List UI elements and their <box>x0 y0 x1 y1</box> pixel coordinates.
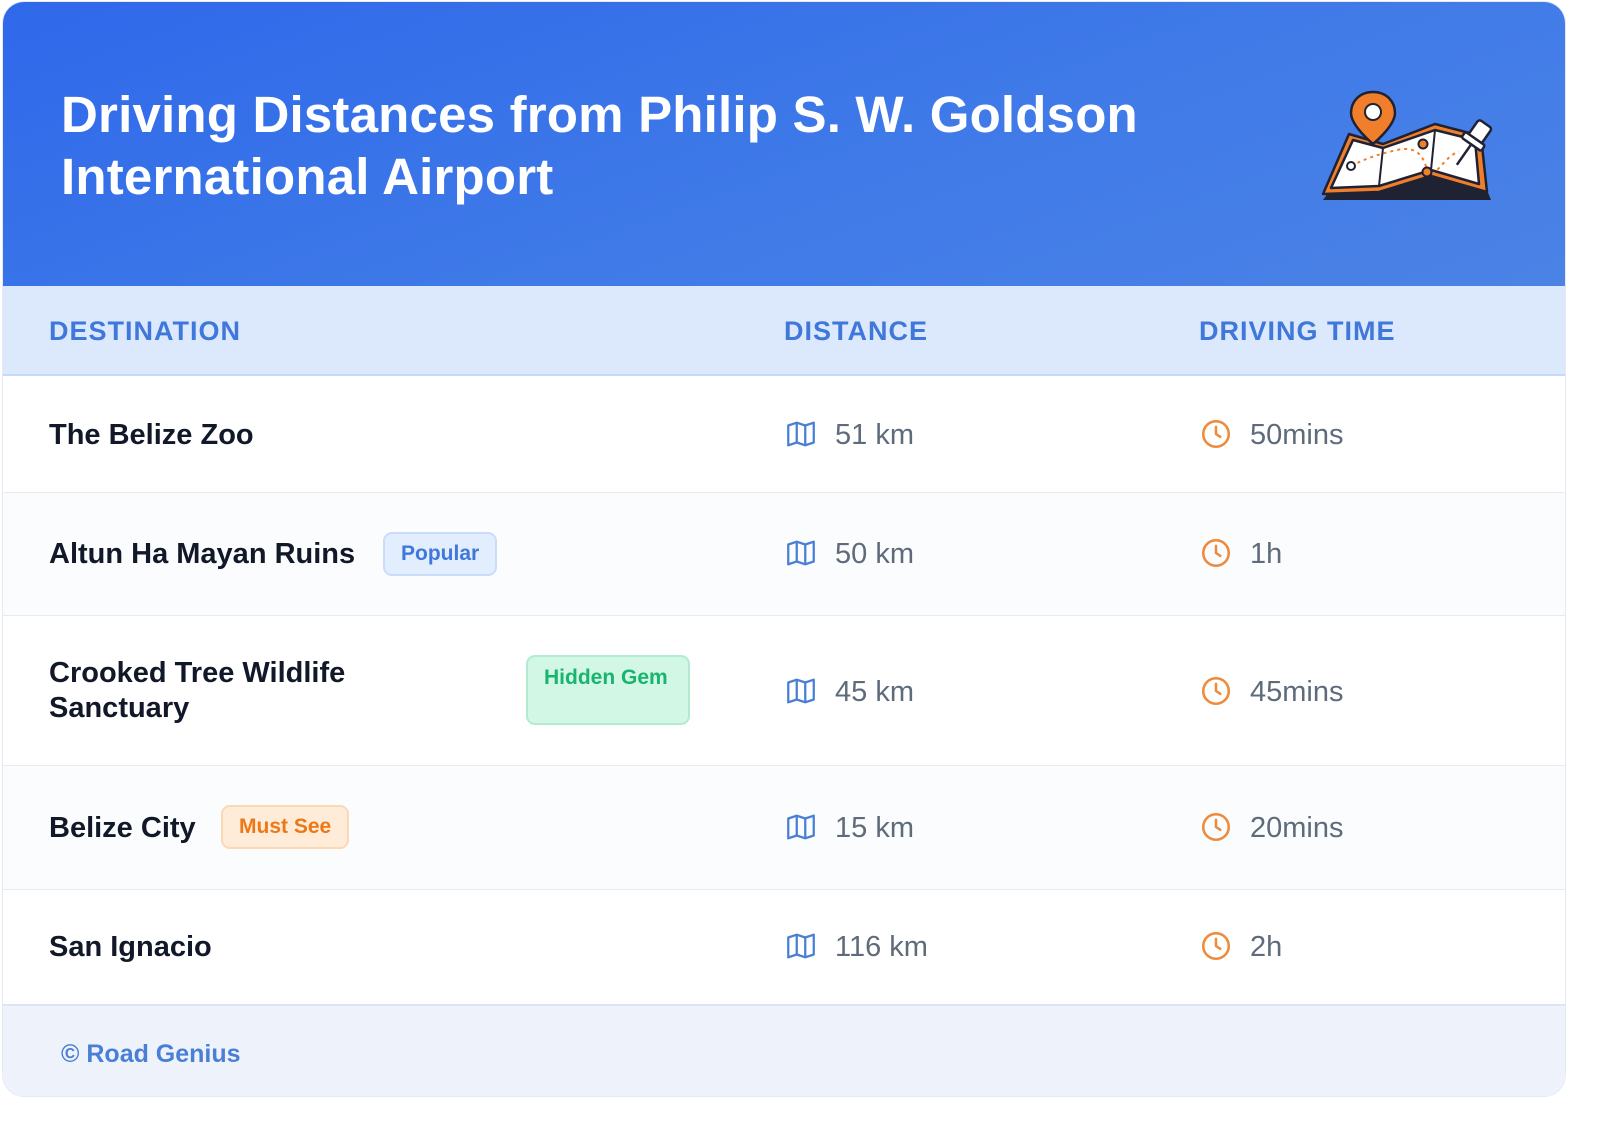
distance-value: 50 km <box>835 538 914 570</box>
map-icon <box>787 678 815 704</box>
destination-name: Crooked Tree Wildlife Sanctuary <box>49 657 346 724</box>
distance-card: Driving Distances from Philip S. W. Gold… <box>2 1 1566 1097</box>
clock-icon <box>1201 676 1231 706</box>
must-see-badge: Must See <box>221 805 350 849</box>
clock-icon <box>1201 812 1231 842</box>
column-header-distance: DISTANCE <box>784 316 929 346</box>
driving-time-value: 45mins <box>1250 676 1344 708</box>
destination-name: The Belize Zoo <box>49 419 254 451</box>
footer: © Road Genius <box>3 1004 1565 1096</box>
table-row: Crooked Tree Wildlife Sanctuary Hidden G… <box>3 616 1565 766</box>
driving-time-value: 20mins <box>1250 812 1344 844</box>
distance-value: 15 km <box>835 812 914 844</box>
map-icon <box>787 933 815 959</box>
clock-icon <box>1201 538 1231 568</box>
table-body: The Belize Zoo 51 km 50mins Altun Ha May… <box>3 376 1565 1004</box>
table-row: Belize City Must See 15 km 20mins <box>3 766 1565 890</box>
driving-time-value: 50mins <box>1250 419 1344 451</box>
destination-name: Altun Ha Mayan Ruins <box>49 538 356 570</box>
driving-time-value: 1h <box>1250 538 1283 570</box>
distance-value: 45 km <box>835 676 914 708</box>
clock-icon <box>1201 931 1231 961</box>
destination-name: San Ignacio <box>49 931 212 963</box>
map-icon <box>787 540 815 566</box>
table-header: DESTINATION DISTANCE DRIVING TIME <box>3 286 1565 376</box>
header-banner: Driving Distances from Philip S. W. Gold… <box>3 2 1565 286</box>
popular-badge: Popular <box>383 532 498 576</box>
map-with-pin-icon <box>1321 90 1493 200</box>
distance-value: 116 km <box>835 931 928 963</box>
page-title: Driving Distances from Philip S. W. Gold… <box>61 86 1138 205</box>
driving-time-value: 2h <box>1250 931 1283 963</box>
column-header-driving-time: DRIVING TIME <box>1199 316 1396 346</box>
map-icon <box>787 421 815 447</box>
table-row: San Ignacio 116 km 2h <box>3 890 1565 1004</box>
table-row: Altun Ha Mayan Ruins Popular 50 km 1h <box>3 493 1565 616</box>
destination-name: Belize City <box>49 812 196 844</box>
hidden-gem-badge: Hidden Gem <box>526 655 690 725</box>
map-icon <box>787 814 815 840</box>
clock-icon <box>1201 419 1231 449</box>
column-header-destination: DESTINATION <box>49 316 241 346</box>
copyright-credit: © Road Genius <box>61 1040 241 1068</box>
distance-value: 51 km <box>835 419 914 451</box>
table-row: The Belize Zoo 51 km 50mins <box>3 376 1565 493</box>
